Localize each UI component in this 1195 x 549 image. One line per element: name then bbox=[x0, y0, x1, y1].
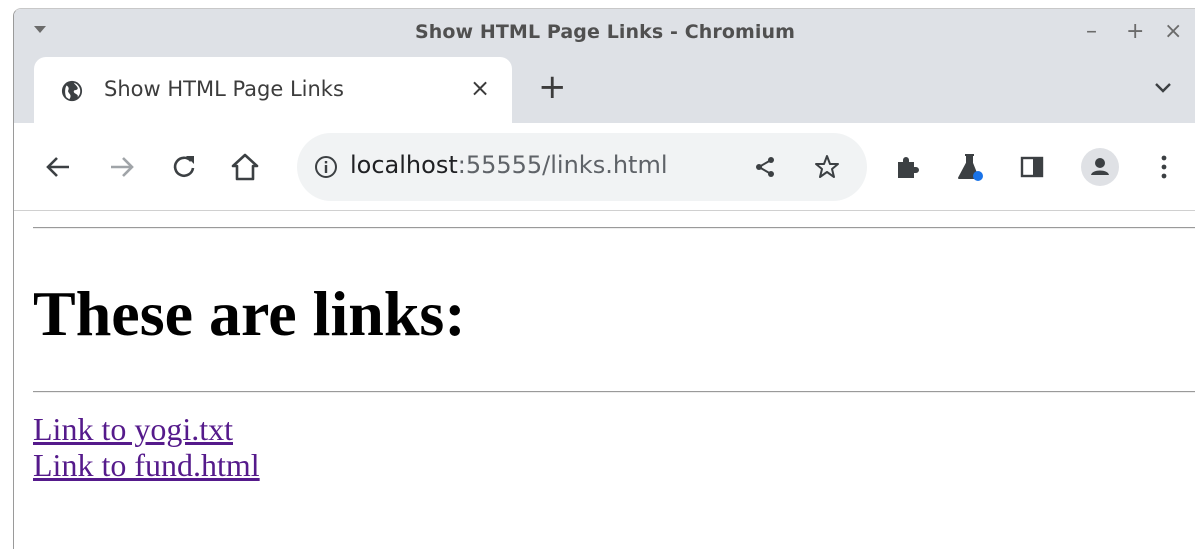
profile-avatar-icon[interactable] bbox=[1081, 148, 1119, 186]
url-path: :55555/links.html bbox=[457, 151, 668, 179]
toolbar: localhost:55555/links.html bbox=[14, 123, 1195, 211]
reload-icon[interactable] bbox=[170, 153, 198, 181]
forward-icon[interactable] bbox=[108, 153, 136, 181]
title-bar: Show HTML Page Links - Chromium – + × bbox=[14, 9, 1195, 55]
page-content: These are links: Link to yogi.txt Link t… bbox=[14, 211, 1195, 549]
bookmark-star-icon[interactable] bbox=[813, 153, 841, 181]
tab-title: Show HTML Page Links bbox=[104, 77, 344, 101]
top-divider bbox=[33, 227, 1195, 229]
link-yogi-txt[interactable]: Link to yogi.txt bbox=[33, 411, 233, 447]
globe-icon bbox=[61, 80, 83, 102]
bottom-divider bbox=[33, 391, 1195, 393]
address-bar[interactable]: localhost:55555/links.html bbox=[297, 133, 867, 201]
info-icon[interactable] bbox=[314, 155, 338, 179]
maximize-button[interactable]: + bbox=[1126, 19, 1144, 45]
window-title: Show HTML Page Links - Chromium bbox=[414, 21, 796, 43]
tab-close-button[interactable]: × bbox=[470, 74, 490, 102]
close-window-button[interactable]: × bbox=[1164, 19, 1182, 45]
url-text[interactable]: localhost:55555/links.html bbox=[350, 151, 668, 179]
tab-active[interactable]: Show HTML Page Links × bbox=[34, 57, 512, 125]
link-fund-html[interactable]: Link to fund.html bbox=[33, 447, 260, 483]
new-tab-button[interactable]: + bbox=[538, 67, 567, 107]
side-panel-icon[interactable] bbox=[1020, 155, 1044, 179]
browser-window: Show HTML Page Links - Chromium – + × Sh… bbox=[13, 8, 1195, 549]
labs-flask-icon[interactable] bbox=[956, 152, 984, 182]
page-heading: These are links: bbox=[33, 278, 466, 349]
tab-strip: Show HTML Page Links × + bbox=[14, 55, 1195, 125]
menu-kebab-icon[interactable] bbox=[1159, 154, 1169, 180]
share-icon[interactable] bbox=[753, 155, 777, 179]
home-icon[interactable] bbox=[230, 152, 260, 182]
url-host: localhost bbox=[350, 151, 458, 179]
extensions-icon[interactable] bbox=[894, 154, 920, 180]
minimize-button[interactable]: – bbox=[1086, 19, 1097, 45]
tab-search-chevron-icon[interactable] bbox=[1153, 82, 1173, 94]
back-icon[interactable] bbox=[44, 153, 72, 181]
